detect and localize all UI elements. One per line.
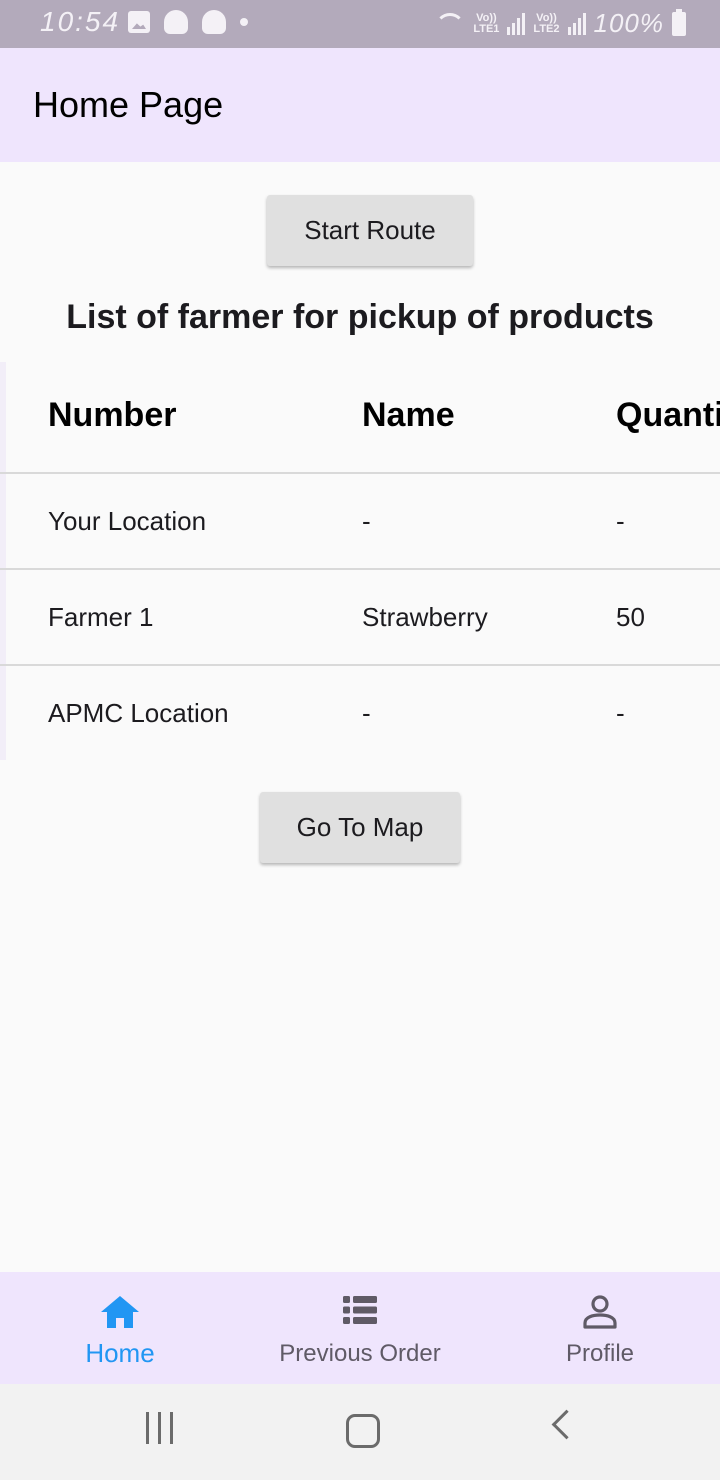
signal-1-icon <box>507 12 526 35</box>
cell-number: Farmer 1 <box>48 602 154 632</box>
notification-icons <box>128 10 248 34</box>
cell-number: APMC Location <box>48 698 229 728</box>
page-title: Home Page <box>33 84 224 125</box>
nav-label-previous-order: Previous Order <box>279 1340 441 1367</box>
battery-icon <box>672 8 686 36</box>
table-row: Your Location - - <box>0 474 720 570</box>
nav-item-previous-order[interactable]: Previous Order <box>240 1272 480 1384</box>
wifi-icon <box>435 12 466 35</box>
column-header-number: Number <box>48 396 177 434</box>
lte1-indicator: Vo)) LTE1 <box>473 11 500 35</box>
lte2-indicator: Vo)) LTE2 <box>533 11 560 35</box>
status-time: 10:54 <box>40 6 121 37</box>
cell-quantity: 50 <box>616 602 645 632</box>
more-notifications-dot-icon <box>240 18 248 26</box>
gallery-notification-icon <box>128 11 150 33</box>
signal-2-icon <box>567 12 586 35</box>
farmer-pickup-table: Number Name Quantity Your Location - - F… <box>0 362 720 760</box>
cell-name: - <box>362 506 371 536</box>
person-icon <box>582 1294 618 1335</box>
battery-percent: 100% <box>593 8 664 38</box>
nav-label-profile: Profile <box>565 1340 635 1367</box>
nav-label-home: Home <box>85 1338 155 1368</box>
table-row: APMC Location - - <box>0 666 720 760</box>
status-bar: 10:54 Vo)) LTE1 Vo)) LTE2 100% <box>0 0 720 48</box>
column-header-name: Name <box>362 396 455 434</box>
cell-number: Your Location <box>48 506 207 536</box>
app-bar: Home Page <box>0 48 720 162</box>
table-row: Farmer 1 Strawberry 50 <box>0 570 720 666</box>
list-icon <box>341 1294 379 1331</box>
cell-quantity: - <box>616 506 625 536</box>
system-status-icons: Vo)) LTE1 Vo)) LTE2 100% <box>435 8 686 39</box>
system-home-button[interactable] <box>346 1414 380 1448</box>
snapchat-notification-icon <box>202 10 226 34</box>
start-route-button[interactable]: Start Route <box>267 195 473 266</box>
nav-item-home[interactable]: Home <box>0 1272 240 1384</box>
cell-name: Strawberry <box>362 602 488 632</box>
list-heading: List of farmer for pickup of products <box>66 298 654 336</box>
cell-quantity: - <box>616 698 625 728</box>
go-to-map-button[interactable]: Go To Map <box>260 792 460 863</box>
column-header-quantity: Quantity <box>616 396 720 434</box>
system-navigation-bar <box>0 1384 720 1480</box>
nav-item-profile[interactable]: Profile <box>480 1272 720 1384</box>
snapchat-notification-icon <box>164 10 188 34</box>
system-back-button[interactable] <box>551 1409 582 1440</box>
recent-apps-button[interactable] <box>146 1412 173 1444</box>
bottom-navigation: Home Previous Order Profile <box>0 1272 720 1384</box>
cell-name: - <box>362 698 371 728</box>
table-header-row: Number Name Quantity <box>0 362 720 474</box>
home-icon <box>99 1294 141 1335</box>
